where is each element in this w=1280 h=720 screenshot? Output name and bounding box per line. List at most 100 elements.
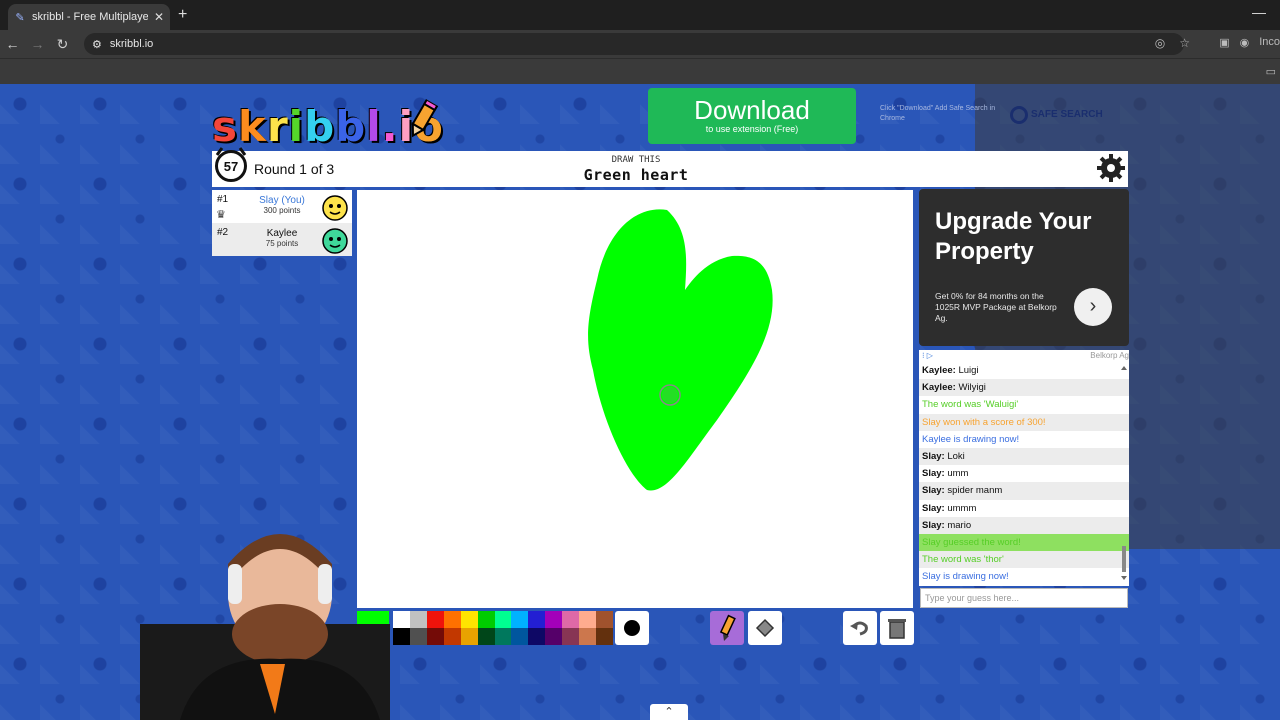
ad-banner[interactable]: Upgrade Your Property Get 0% for 84 mont… — [919, 189, 1129, 346]
color-swatch[interactable] — [494, 611, 512, 628]
tab-title: skribbl - Free Multiplayer Draw — [32, 11, 148, 23]
chat-message: Kaylee is drawing now! — [922, 433, 1020, 445]
guess-input[interactable]: Type your guess here... — [920, 588, 1128, 608]
player-points: 75 points — [265, 239, 299, 248]
url-text: skribbl.io — [109, 38, 154, 50]
color-swatch[interactable] — [596, 628, 613, 645]
download-label: Download — [694, 95, 810, 125]
color-swatch[interactable] — [393, 628, 410, 645]
color-swatch[interactable] — [409, 628, 427, 645]
color-swatch[interactable] — [443, 611, 461, 628]
pencil-tool-button[interactable] — [710, 611, 744, 645]
color-swatch[interactable] — [511, 628, 529, 645]
profile-label[interactable]: Inco — [1259, 36, 1280, 49]
chat-scrollbar[interactable] — [1121, 366, 1127, 580]
reload-icon[interactable]: ↻ — [50, 36, 75, 53]
chat-message: Kaylee: Wilyigi — [919, 379, 1129, 397]
game-header: 57 Round 1 of 3 DRAW THIS Green heart — [212, 147, 1128, 187]
ad-body: Get 0% for 84 months on the 1025R MVP Pa… — [935, 291, 1057, 323]
color-swatch[interactable] — [528, 611, 546, 628]
browser-tab[interactable]: ✎ skribbl - Free Multiplayer Draw ✕ — [8, 4, 170, 30]
download-sub-label: to use extension (Free) — [705, 124, 799, 134]
ad-advertiser: Belkorp Ag — [1090, 351, 1129, 360]
undo-button[interactable] — [843, 611, 877, 645]
color-swatch[interactable] — [409, 611, 427, 628]
trash-icon — [888, 619, 906, 639]
color-palette — [393, 611, 613, 645]
color-swatch[interactable] — [494, 628, 512, 645]
incognito-icon[interactable]: ◉ — [1240, 36, 1250, 49]
chat-message: Slay won with a score of 300! — [919, 413, 1129, 431]
adchoices-icon[interactable]: ⁝ ▷ — [922, 351, 933, 360]
player-points: 300 points — [263, 206, 301, 215]
drawing-canvas[interactable] — [357, 190, 913, 608]
player-row[interactable]: #2 Kaylee 75 points — [212, 223, 352, 256]
download-hint: Click "Download" Add Safe Search in Chro… — [880, 105, 996, 122]
chat-message: Slay: spider manm — [919, 482, 1129, 500]
color-swatch[interactable] — [477, 628, 495, 645]
color-swatch[interactable] — [562, 611, 580, 628]
undo-icon — [850, 621, 868, 636]
color-swatch[interactable] — [562, 628, 580, 645]
safe-search-label: SAFE SEARCH — [1031, 109, 1103, 120]
color-swatch[interactable] — [545, 611, 563, 628]
color-swatch[interactable] — [579, 628, 597, 645]
crown-icon: ♛ — [216, 209, 226, 221]
color-swatch[interactable] — [579, 611, 597, 628]
eye-off-icon[interactable]: ◎ — [1155, 36, 1165, 50]
settings-gear-icon[interactable] — [1096, 153, 1126, 183]
color-swatch[interactable] — [426, 628, 444, 645]
safe-search-icon — [1010, 106, 1028, 124]
player-name: Kaylee — [266, 228, 298, 239]
download-button[interactable]: Download to use extension (Free) — [648, 88, 856, 144]
player-avatar — [322, 195, 348, 221]
folder-icon[interactable]: ▭ — [1266, 65, 1276, 78]
site-info-icon[interactable]: ⚙ — [92, 38, 102, 51]
chat-message: Slay guessed the word! — [919, 533, 1129, 552]
color-swatch[interactable] — [460, 611, 478, 628]
browser-tabbar: ✎ skribbl - Free Multiplayer Draw ✕ + — — [0, 0, 1280, 30]
chat-message: Slay: Loki — [919, 447, 1129, 466]
chat-message: The word was 'thor' — [919, 551, 1129, 569]
color-swatch[interactable] — [511, 611, 529, 628]
color-swatch[interactable] — [426, 611, 444, 628]
forward-icon[interactable]: → — [25, 36, 50, 52]
ad-arrow-icon[interactable]: › — [1074, 288, 1112, 326]
back-icon[interactable]: ← — [0, 36, 25, 52]
brush-size-button[interactable] — [615, 611, 649, 645]
fill-bucket-icon — [755, 618, 775, 638]
bookmark-star-icon[interactable]: ☆ — [1179, 36, 1190, 50]
side-panel-icon[interactable]: ▣ — [1219, 36, 1229, 49]
skribbl-favicon-icon: ✎ — [15, 11, 25, 24]
fill-tool-button[interactable] — [748, 611, 782, 645]
player-row[interactable]: #1 ♛ Slay (You) 300 points — [212, 190, 352, 223]
skribbl-page: skribbl.io Download to use extension (Fr… — [0, 84, 1280, 720]
green-heart-drawing — [588, 209, 773, 491]
players-list: #1 ♛ Slay (You) 300 points #2 Kaylee 75 point… — [212, 190, 352, 256]
chat-message: Slay is drawing now! — [922, 571, 1009, 583]
chat-message: Kaylee: Luigi — [922, 365, 979, 376]
safe-search-badge[interactable]: SAFE SEARCH — [1010, 106, 1103, 124]
ad-title: Upgrade Your Property — [935, 208, 1092, 265]
brush-size-dot — [624, 620, 640, 636]
current-word: Green heart — [583, 166, 689, 184]
pencil-icon — [719, 614, 736, 641]
color-swatch[interactable] — [443, 628, 461, 645]
tab-close-icon[interactable]: ✕ — [154, 10, 164, 24]
minimize-icon[interactable]: — — [1252, 4, 1266, 20]
color-swatch[interactable] — [545, 628, 563, 645]
color-swatch[interactable] — [528, 628, 546, 645]
bookmarks-bar: ▭ — [0, 58, 1280, 84]
color-swatch[interactable] — [596, 611, 613, 628]
color-swatch[interactable] — [393, 611, 410, 628]
color-swatch[interactable] — [477, 611, 495, 628]
ad-footer: ⁝ ▷ Belkorp Ag — [919, 350, 1129, 362]
new-tab-icon[interactable]: + — [178, 6, 187, 24]
color-swatch[interactable] — [460, 628, 478, 645]
url-field[interactable]: ⚙ skribbl.io — [84, 33, 1184, 55]
clear-button[interactable] — [880, 611, 914, 645]
draw-this-label: DRAW THIS — [611, 155, 661, 165]
chevron-up-icon[interactable]: ⌃ — [650, 704, 688, 720]
chat-message: Slay: mario — [919, 516, 1129, 534]
chat-message: Slay: umm — [922, 468, 969, 480]
